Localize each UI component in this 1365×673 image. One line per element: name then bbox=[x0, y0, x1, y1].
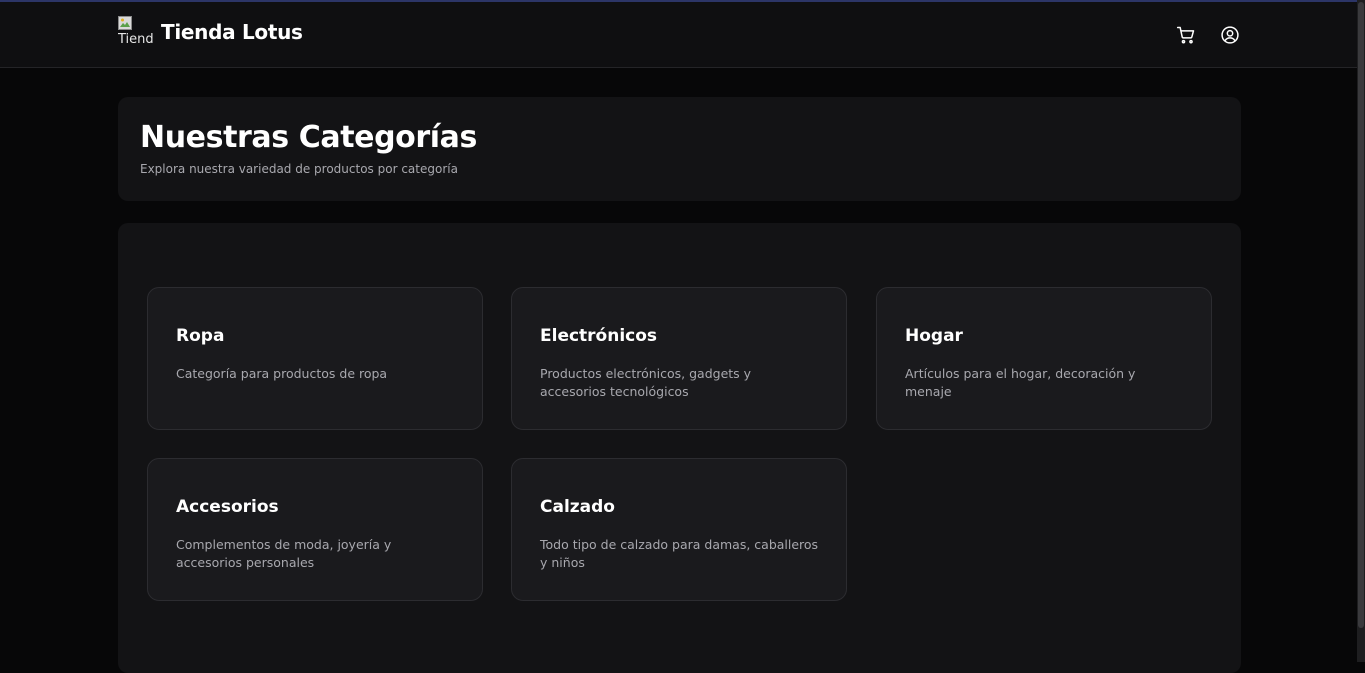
category-name: Calzado bbox=[540, 497, 615, 517]
scrollbar-thumb[interactable] bbox=[1358, 2, 1364, 628]
category-name: Accesorios bbox=[176, 497, 279, 517]
user-circle-icon[interactable] bbox=[1219, 24, 1241, 46]
category-name: Ropa bbox=[176, 326, 225, 346]
shopping-cart-icon[interactable] bbox=[1175, 24, 1197, 46]
page-title: Nuestras Categorías bbox=[140, 120, 477, 155]
page-scrollbar[interactable] bbox=[1357, 0, 1365, 662]
navbar: Tienda Lotus Tienda Lotus bbox=[0, 2, 1357, 68]
page-subtitle: Explora nuestra variedad de productos po… bbox=[140, 162, 458, 176]
page-header: Nuestras Categorías Explora nuestra vari… bbox=[118, 97, 1241, 201]
category-card-electronicos[interactable]: Electrónicos Productos electrónicos, gad… bbox=[511, 287, 847, 430]
brand-name: Tienda Lotus bbox=[161, 20, 303, 44]
category-name: Electrónicos bbox=[540, 326, 658, 346]
broken-image-icon bbox=[118, 16, 132, 30]
category-name: Hogar bbox=[905, 326, 963, 346]
category-description: Complementos de moda, joyería y accesori… bbox=[176, 537, 392, 570]
brand-link[interactable]: Tienda Lotus Tienda Lotus bbox=[118, 16, 303, 48]
category-description: Productos electrónicos, gadgets y acceso… bbox=[540, 366, 752, 399]
category-card-calzado[interactable]: Calzado Todo tipo de calzado para damas,… bbox=[511, 458, 847, 601]
category-description: Categoría para productos de ropa bbox=[176, 366, 388, 381]
category-card-ropa[interactable]: Ropa Categoría para productos de ropa bbox=[147, 287, 483, 430]
category-description: Todo tipo de calzado para damas, caballe… bbox=[540, 537, 819, 570]
category-description: Artículos para el hogar, decoración y me… bbox=[905, 366, 1136, 399]
categories-panel: Ropa Categoría para productos de ropa El… bbox=[118, 223, 1241, 673]
logo-alt-text: Tienda Lotus bbox=[118, 32, 153, 47]
category-card-accesorios[interactable]: Accesorios Complementos de moda, joyería… bbox=[147, 458, 483, 601]
logo-image: Tienda Lotus bbox=[118, 16, 153, 48]
category-card-hogar[interactable]: Hogar Artículos para el hogar, decoració… bbox=[876, 287, 1212, 430]
